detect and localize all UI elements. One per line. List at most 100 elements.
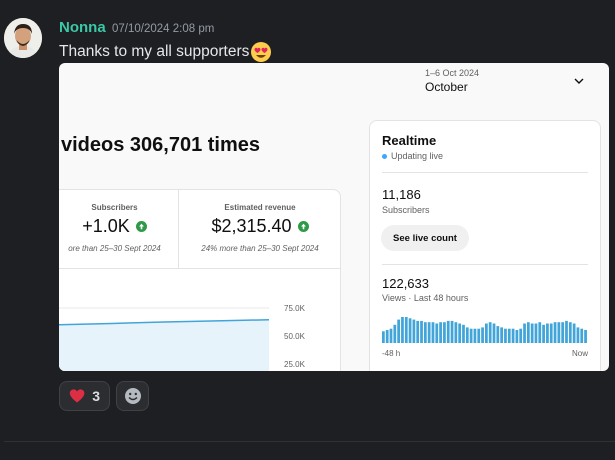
realtime-bar	[553, 322, 557, 343]
realtime-bar	[477, 328, 481, 343]
realtime-bar	[511, 328, 515, 343]
realtime-bar	[393, 324, 397, 343]
author-name[interactable]: Nonna	[59, 19, 106, 36]
realtime-bar	[401, 317, 404, 343]
realtime-bar	[458, 323, 462, 343]
message-divider	[4, 441, 615, 442]
metric-value-text: +1.0K	[82, 216, 130, 236]
realtime-bar	[576, 327, 580, 343]
metric-label: Subscribers	[91, 203, 138, 212]
heart-eyes-emoji-icon	[251, 42, 272, 62]
realtime-bar	[382, 331, 385, 343]
realtime-bar	[504, 328, 507, 343]
y-tick-label: 75.0K	[284, 304, 306, 313]
realtime-bar	[561, 322, 565, 343]
realtime-bar	[454, 322, 458, 343]
date-range-selector[interactable]: 1–6 Oct 2024 October	[425, 63, 609, 103]
metric-divider	[59, 268, 340, 269]
realtime-subscribers-value: 11,186	[382, 187, 421, 202]
realtime-bar	[473, 328, 477, 343]
realtime-bar	[507, 328, 511, 343]
realtime-bar	[530, 323, 534, 343]
reactions-bar: 3	[59, 381, 149, 411]
metric-revenue[interactable]: Estimated revenue $2,315.40 24% more tha…	[178, 190, 341, 268]
see-live-count-button[interactable]: See live count	[381, 225, 469, 251]
realtime-bar	[523, 323, 526, 343]
realtime-bar	[515, 330, 519, 343]
realtime-bar	[572, 323, 576, 343]
realtime-bar	[416, 320, 420, 343]
heart-icon	[69, 389, 85, 403]
realtime-bar	[500, 327, 504, 343]
analytics-screenshot-embed[interactable]: 1–6 Oct 2024 October videos 306,701 time…	[59, 63, 609, 371]
realtime-bar	[446, 320, 450, 343]
heart-reaction-button[interactable]: 3	[59, 381, 110, 411]
live-dot-icon	[382, 153, 387, 159]
realtime-bar	[450, 320, 454, 343]
month-label: October	[425, 80, 468, 94]
message-timestamp: 07/10/2024 2:08 pm	[112, 23, 215, 35]
realtime-bar	[397, 319, 401, 343]
realtime-bar	[420, 320, 423, 343]
add-reaction-icon	[124, 388, 141, 404]
views-line-chart: 75.0K 50.0K 25.0K	[59, 304, 306, 371]
realtime-bar	[568, 322, 572, 343]
y-tick-label: 50.0K	[284, 332, 306, 341]
reaction-count: 3	[92, 388, 100, 404]
realtime-bar	[408, 318, 412, 343]
realtime-bar	[462, 324, 465, 343]
realtime-bar	[404, 317, 408, 343]
realtime-views-value: 122,633	[382, 276, 429, 291]
realtime-bar	[565, 320, 568, 343]
realtime-bar	[557, 322, 561, 343]
realtime-bar	[469, 328, 473, 343]
date-range-label: 1–6 Oct 2024	[425, 68, 480, 78]
realtime-bar	[435, 323, 439, 343]
message-body: Thanks to my all supporters	[59, 43, 250, 60]
series-area	[59, 319, 269, 371]
realtime-bar	[431, 322, 435, 343]
realtime-bar	[485, 323, 488, 343]
realtime-bar	[542, 324, 545, 343]
arrow-up-icon	[135, 221, 147, 232]
realtime-bar	[465, 327, 469, 343]
realtime-bar	[488, 322, 492, 343]
metric-label: Estimated revenue	[224, 203, 296, 212]
realtime-bar	[492, 323, 496, 343]
realtime-title: Realtime	[382, 133, 437, 148]
realtime-status: Updating live	[382, 151, 443, 161]
realtime-bar	[385, 330, 389, 343]
metric-value: $2,315.40	[179, 216, 341, 237]
realtime-bar	[546, 323, 549, 343]
realtime-views-label: Views · Last 48 hours	[382, 293, 469, 303]
author-avatar[interactable]	[4, 18, 42, 58]
realtime-bar	[443, 322, 446, 343]
realtime-bar-chart	[382, 317, 587, 343]
chevron-down-icon[interactable]	[573, 75, 585, 87]
metric-comparison: 24% more than 25–30 Sept 2024	[201, 244, 319, 253]
metric-comparison: ore than 25–30 Sept 2024	[68, 244, 161, 253]
metric-subscribers[interactable]: Subscribers +1.0K ore than 25–30 Sept 20…	[59, 190, 177, 268]
realtime-bar	[427, 322, 431, 343]
realtime-bar	[412, 319, 416, 343]
realtime-axis-start: -48 h	[382, 349, 401, 358]
realtime-bar	[496, 326, 500, 343]
add-reaction-button[interactable]	[116, 381, 149, 411]
realtime-bar	[549, 323, 553, 343]
message-text: Thanks to my all supporters	[59, 41, 272, 63]
y-tick-label: 25.0K	[284, 360, 306, 369]
metric-value-text: $2,315.40	[211, 216, 292, 236]
realtime-bar	[526, 322, 530, 343]
realtime-axis-end: Now	[571, 349, 588, 358]
realtime-bar	[519, 328, 523, 343]
realtime-bar	[538, 322, 542, 343]
realtime-divider	[382, 264, 588, 265]
views-headline: videos 306,701 times	[61, 134, 261, 156]
arrow-up-icon	[297, 221, 309, 232]
realtime-bar	[439, 322, 442, 343]
realtime-bar	[580, 328, 584, 343]
realtime-bar	[389, 328, 393, 343]
realtime-bar	[584, 330, 587, 343]
realtime-bar	[481, 327, 484, 343]
realtime-card: Realtime Updating live 11,186 Subscriber…	[369, 120, 601, 371]
